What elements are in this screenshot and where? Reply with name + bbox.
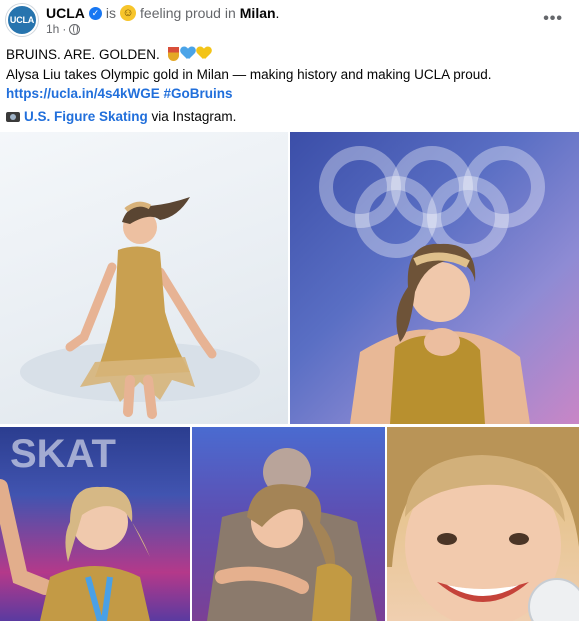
photo-skater-closeup[interactable] xyxy=(387,427,579,621)
photo-skater-rings[interactable] xyxy=(290,132,579,424)
author-name[interactable]: UCLA xyxy=(46,5,85,21)
feeling-text: feeling proud in xyxy=(140,5,236,21)
post-body: BRUINS. ARE. GOLDEN. Alysa Liu takes Oly… xyxy=(6,45,571,126)
ucla-avatar-icon[interactable]: UCLA xyxy=(6,4,38,36)
emoji-group xyxy=(167,47,211,61)
more-icon[interactable]: ••• xyxy=(543,10,563,28)
yellow-heart-icon xyxy=(197,47,211,60)
blue-heart-icon xyxy=(181,47,195,60)
post-meta: 1h · xyxy=(46,22,81,36)
credit-suffix: via Instagram. xyxy=(151,108,237,124)
photo-skater-medal[interactable]: SKAT xyxy=(0,427,190,621)
hashtag-link[interactable]: #GoBruins xyxy=(164,86,233,101)
post-header: UCLA UCLA ✓ is ☺ feeling proud in Milan.… xyxy=(0,0,579,40)
is-text: is xyxy=(105,5,117,21)
location-period: . xyxy=(275,5,280,21)
post-link[interactable]: https://ucla.in/4s4kWGE xyxy=(6,86,160,101)
photo-skater-spin[interactable] xyxy=(0,132,288,424)
camera-icon xyxy=(6,111,20,122)
headline: BRUINS. ARE. GOLDEN. xyxy=(6,47,160,62)
photo-skater-hug[interactable] xyxy=(192,427,385,621)
meta-separator: · xyxy=(62,22,67,36)
credit-line: U.S. Figure Skating via Instagram. xyxy=(6,107,571,127)
credit-link[interactable]: U.S. Figure Skating xyxy=(24,109,148,124)
smiling-emoji-icon: ☺ xyxy=(120,5,137,21)
post-author-line: UCLA ✓ is ☺ feeling proud in Milan. xyxy=(46,5,279,21)
globe-icon xyxy=(69,23,81,35)
location-link[interactable]: Milan xyxy=(240,5,276,21)
body-sentence: Alysa Liu takes Olympic gold in Milan — … xyxy=(6,66,492,82)
headline-line: BRUINS. ARE. GOLDEN. xyxy=(6,45,571,65)
svg-text:SKAT: SKAT xyxy=(10,432,116,476)
verified-icon: ✓ xyxy=(88,6,102,20)
post-time[interactable]: 1h xyxy=(46,22,59,36)
medal-icon xyxy=(167,47,179,61)
link-line: https://ucla.in/4s4kWGE #GoBruins xyxy=(6,84,571,104)
